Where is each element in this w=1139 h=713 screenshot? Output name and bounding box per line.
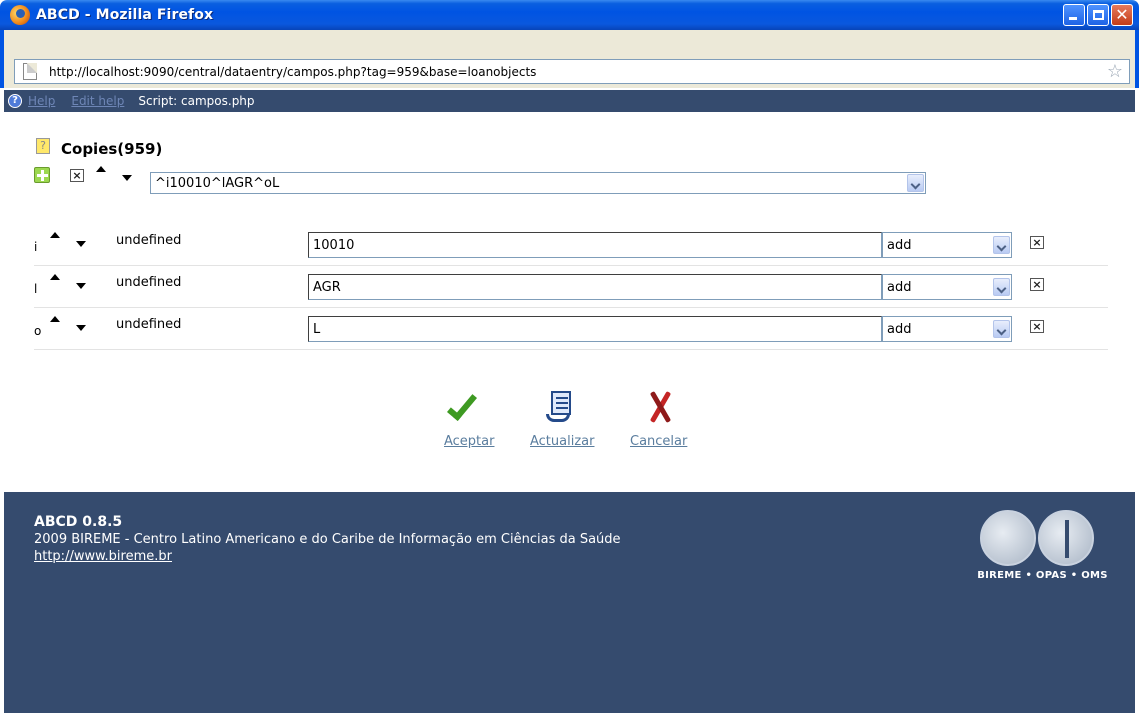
subfield-action-select[interactable]: add [882, 232, 1012, 258]
minimize-icon [1069, 17, 1077, 20]
credit-text: 2009 BIREME - Centro Latino Americano e … [34, 532, 621, 547]
chevron-down-icon[interactable] [993, 320, 1010, 338]
subfield-value-input[interactable]: L [308, 316, 882, 342]
bookmark-star-icon[interactable]: ☆ [1107, 62, 1123, 82]
subfield-value-input[interactable]: AGR [308, 274, 882, 300]
chevron-down-icon[interactable] [993, 278, 1010, 296]
subfield-row: o undefined L add × [34, 308, 1108, 350]
bireme-opas-oms-logo: BIREME • OPAS • OMS [970, 502, 1115, 582]
accept-label[interactable]: Aceptar [444, 434, 494, 449]
edit-help-link[interactable]: Edit help [71, 94, 124, 108]
close-button[interactable]: ✕ [1111, 4, 1133, 26]
script-name: Script: campos.php [138, 94, 255, 108]
main-content: ? Copies(959) × ^i10010^lAGR^oL i undefi… [4, 112, 1135, 492]
red-x-icon [639, 388, 679, 428]
update-label[interactable]: Actualizar [530, 434, 594, 449]
move-down-icon[interactable] [76, 283, 86, 289]
address-bar-area: http://localhost:9090/central/dataentry/… [0, 30, 1139, 88]
chevron-down-icon[interactable] [993, 236, 1010, 254]
refresh-document-icon [542, 388, 582, 428]
subfield-code: i [34, 240, 38, 254]
update-button[interactable]: Actualizar [530, 388, 594, 449]
minimize-button[interactable] [1063, 4, 1085, 26]
delete-occurrence-icon[interactable]: × [70, 169, 84, 182]
occurrence-select-value: ^i10010^lAGR^oL [155, 176, 280, 191]
delete-subfield-icon[interactable]: × [1030, 320, 1044, 333]
maximize-button[interactable] [1087, 4, 1109, 26]
bireme-link[interactable]: http://www.bireme.br [34, 549, 172, 564]
chevron-down-icon[interactable] [907, 174, 924, 192]
cancel-label[interactable]: Cancelar [630, 434, 687, 449]
field-help-icon[interactable]: ? [36, 138, 50, 154]
app-version: ABCD 0.8.5 [34, 514, 123, 530]
occurrence-select[interactable]: ^i10010^lAGR^oL [150, 172, 926, 194]
occurrence-toolbar: × ^i10010^lAGR^oL [34, 166, 934, 194]
footer: ABCD 0.8.5 2009 BIREME - Centro Latino A… [4, 492, 1135, 713]
cancel-button[interactable]: Cancelar [630, 388, 687, 449]
field-title: Copies(959) [61, 140, 163, 158]
subfield-label: undefined [116, 317, 182, 332]
window-title-bar[interactable]: ABCD - Mozilla Firefox ✕ [0, 0, 1139, 30]
move-up-icon[interactable] [50, 274, 60, 280]
subfield-action-value: add [887, 322, 912, 337]
subfield-action-value: add [887, 280, 912, 295]
subfield-action-select[interactable]: add [882, 316, 1012, 342]
url-text[interactable]: http://localhost:9090/central/dataentry/… [49, 65, 536, 79]
move-up-icon[interactable] [96, 166, 106, 172]
delete-subfield-icon[interactable]: × [1030, 236, 1044, 249]
subfield-row: l undefined AGR add × [34, 266, 1108, 308]
checkmark-icon [447, 388, 489, 428]
subfield-row: i undefined 10010 add × [34, 224, 1108, 266]
add-occurrence-icon[interactable] [34, 167, 50, 183]
globe-icon [980, 510, 1036, 566]
help-link[interactable]: Help [28, 94, 55, 108]
window-controls: ✕ [1063, 4, 1133, 26]
delete-subfield-icon[interactable]: × [1030, 278, 1044, 291]
close-icon: ✕ [1115, 5, 1129, 24]
who-emblem-icon [1038, 510, 1094, 566]
page-icon [23, 63, 37, 80]
help-bar: ? Help Edit help Script: campos.php [4, 90, 1135, 112]
maximize-icon [1093, 10, 1104, 20]
logo-caption: BIREME • OPAS • OMS [977, 570, 1108, 581]
move-down-icon[interactable] [76, 241, 86, 247]
subfield-action-select[interactable]: add [882, 274, 1012, 300]
firefox-icon [10, 5, 30, 25]
subfield-code: o [34, 324, 42, 338]
move-up-icon[interactable] [50, 232, 60, 238]
subfield-code: l [34, 282, 38, 296]
subfield-action-value: add [887, 238, 912, 253]
move-down-icon[interactable] [76, 325, 86, 331]
move-up-icon[interactable] [50, 316, 60, 322]
window-title: ABCD - Mozilla Firefox [36, 7, 214, 23]
subfield-value-input[interactable]: 10010 [308, 232, 882, 258]
accept-button[interactable]: Aceptar [444, 388, 494, 449]
subfield-label: undefined [116, 275, 182, 290]
form-actions: Aceptar Actualizar Cancelar [444, 388, 744, 468]
help-icon[interactable]: ? [8, 94, 22, 108]
url-field[interactable]: http://localhost:9090/central/dataentry/… [14, 59, 1130, 84]
move-down-icon[interactable] [122, 175, 132, 181]
subfield-label: undefined [116, 233, 182, 248]
